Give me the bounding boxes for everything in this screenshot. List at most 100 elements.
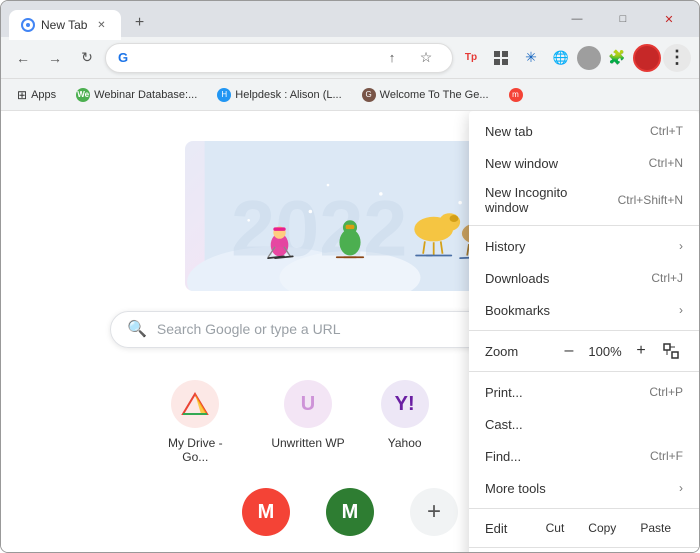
downloads-label: Downloads	[485, 271, 643, 286]
history-arrow: ›	[679, 239, 683, 253]
paste-button[interactable]: Paste	[628, 517, 683, 539]
find-label: Find...	[485, 449, 642, 464]
downloads-shortcut: Ctrl+J	[651, 271, 683, 285]
zoom-expand-button[interactable]	[659, 339, 683, 363]
tab-close-btn[interactable]: ✕	[93, 17, 109, 33]
webinar-label: Webinar Database:...	[94, 89, 197, 101]
zoom-plus-button[interactable]: +	[629, 339, 653, 363]
puzzle-icon[interactable]: 🧩	[603, 44, 631, 72]
back-button[interactable]: ←	[9, 44, 37, 72]
cast-label: Cast...	[485, 417, 683, 432]
chrome-dropdown-menu: New tab Ctrl+T New window Ctrl+N New Inc…	[469, 111, 699, 552]
bookmark-webinar[interactable]: We Webinar Database:...	[68, 85, 205, 105]
chrome-menu-button[interactable]: ⋮	[663, 44, 691, 72]
menu-new-incognito[interactable]: New Incognito window Ctrl+Shift+N	[469, 179, 699, 221]
bookmarks-label: Bookmarks	[485, 303, 671, 318]
close-window-button[interactable]: ✕	[647, 5, 691, 33]
browser-window: New Tab ✕ + — □ ✕ ← → ↻ G ↑ ☆ Tp ✳ 🌐	[0, 0, 700, 553]
bookmark-helpdesk[interactable]: H Helpdesk : Alison (L...	[209, 85, 349, 105]
menu-bookmarks[interactable]: Bookmarks ›	[469, 294, 699, 326]
new-window-label: New window	[485, 156, 641, 171]
shortcut-add[interactable]: +	[402, 480, 466, 552]
edit-buttons: Cut Copy Paste	[534, 517, 683, 539]
profile-avatar[interactable]	[633, 44, 661, 72]
edit-row: Edit Cut Copy Paste	[469, 513, 699, 543]
menu-downloads[interactable]: Downloads Ctrl+J	[469, 262, 699, 294]
bookmarks-apps[interactable]: ⊞ Apps	[9, 85, 64, 105]
wp-icon: U	[284, 380, 332, 428]
new-window-shortcut: Ctrl+N	[649, 156, 683, 170]
zoom-label: Zoom	[485, 344, 553, 359]
yahoo-icon: Y!	[381, 380, 429, 428]
new-tab-label: New tab	[485, 124, 642, 139]
print-shortcut: Ctrl+P	[649, 385, 683, 399]
incognito-label: New Incognito window	[485, 185, 610, 215]
apps-label: Apps	[31, 89, 56, 101]
drive-label: My Drive - Go...	[155, 436, 235, 464]
separator-2	[469, 330, 699, 331]
zoom-minus-button[interactable]: –	[557, 339, 581, 363]
bookmark-m[interactable]: m	[501, 85, 531, 105]
welcome-favicon: G	[362, 88, 376, 102]
bookmarks-bar: ⊞ Apps We Webinar Database:... H Helpdes…	[1, 79, 699, 111]
address-favicon: G	[118, 50, 128, 65]
svg-text:2022: 2022	[231, 184, 407, 273]
yahoo-label: Yahoo	[388, 436, 422, 450]
maximize-button[interactable]: □	[601, 5, 645, 33]
m-green-icon: M	[326, 488, 374, 536]
menu-print[interactable]: Print... Ctrl+P	[469, 376, 699, 408]
content-area: 2022	[1, 111, 699, 552]
shortcut-m-green[interactable]: M	[318, 480, 382, 552]
snowflake-extension-icon[interactable]: ✳	[517, 44, 545, 72]
edit-label: Edit	[485, 521, 534, 536]
window-action-btns: — □ ✕	[555, 5, 691, 33]
menu-cast[interactable]: Cast...	[469, 408, 699, 440]
new-tab-button[interactable]: +	[125, 9, 153, 37]
share-icon[interactable]: ↑	[378, 44, 406, 72]
menu-find[interactable]: Find... Ctrl+F	[469, 440, 699, 472]
shortcut-yahoo[interactable]: Y! Yahoo	[373, 372, 437, 472]
more-tools-arrow: ›	[679, 481, 683, 495]
shortcut-drive[interactable]: My Drive - Go...	[147, 372, 243, 472]
cut-button[interactable]: Cut	[534, 517, 577, 539]
bookmark-star-icon[interactable]: ☆	[412, 44, 440, 72]
grey-circle-icon[interactable]	[577, 46, 601, 70]
zoom-row: Zoom – 100% +	[469, 335, 699, 367]
menu-more-tools[interactable]: More tools ›	[469, 472, 699, 504]
new-tab-shortcut: Ctrl+T	[650, 124, 683, 138]
menu-history[interactable]: History ›	[469, 230, 699, 262]
tab-bar: New Tab ✕ +	[9, 1, 547, 37]
add-shortcut-icon: +	[410, 488, 458, 536]
shortcut-wp[interactable]: U Unwritten WP	[263, 372, 352, 472]
webinar-favicon: We	[76, 88, 90, 102]
separator-5	[469, 547, 699, 548]
reload-button[interactable]: ↻	[73, 44, 101, 72]
toolbar: ← → ↻ G ↑ ☆ Tp ✳ 🌐 🧩 ⋮	[1, 37, 699, 79]
active-tab[interactable]: New Tab ✕	[9, 10, 121, 40]
google-doodle: 2022	[185, 141, 515, 291]
bookmark-welcome[interactable]: G Welcome To The Ge...	[354, 85, 497, 105]
title-bar: New Tab ✕ + — □ ✕	[1, 1, 699, 37]
copy-button[interactable]: Copy	[576, 517, 628, 539]
globe-icon[interactable]: 🌐	[547, 44, 575, 72]
m-red-icon: M	[242, 488, 290, 536]
m-favicon: m	[509, 88, 523, 102]
menu-new-tab[interactable]: New tab Ctrl+T	[469, 115, 699, 147]
minimize-button[interactable]: —	[555, 5, 599, 33]
search-icon: 🔍	[127, 319, 147, 339]
incognito-shortcut: Ctrl+Shift+N	[618, 193, 683, 207]
separator-4	[469, 508, 699, 509]
menu-new-window[interactable]: New window Ctrl+N	[469, 147, 699, 179]
shortcut-m-red[interactable]: M	[234, 480, 298, 552]
address-bar[interactable]: G ↑ ☆	[105, 43, 453, 73]
shortcuts-row-2: M M +	[234, 480, 466, 552]
grid-extension-icon[interactable]	[487, 44, 515, 72]
separator-3	[469, 371, 699, 372]
drive-icon	[171, 380, 219, 428]
more-tools-label: More tools	[485, 481, 671, 496]
forward-button[interactable]: →	[41, 44, 69, 72]
separator-1	[469, 225, 699, 226]
print-label: Print...	[485, 385, 641, 400]
tp-extension-icon[interactable]: Tp	[457, 44, 485, 72]
history-label: History	[485, 239, 671, 254]
